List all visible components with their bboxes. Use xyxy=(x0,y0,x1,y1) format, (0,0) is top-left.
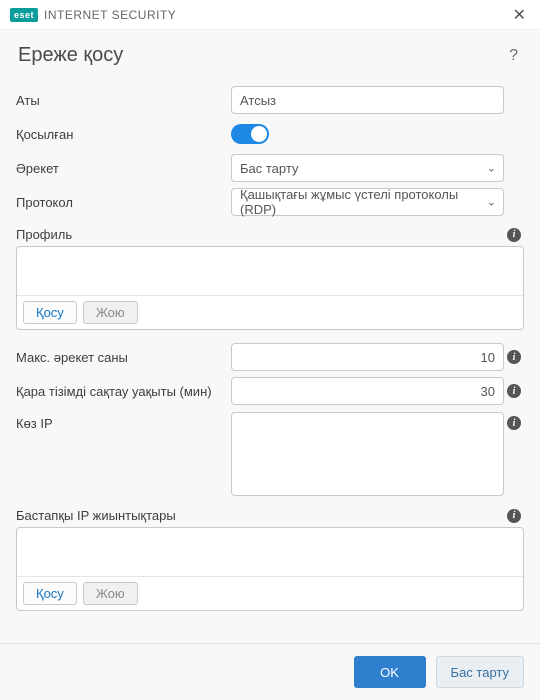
info-icon[interactable]: i xyxy=(507,228,521,242)
enabled-toggle[interactable] xyxy=(231,124,269,144)
profile-remove-button[interactable]: Жою xyxy=(83,301,138,324)
protocol-select-value: Қашықтағы жұмыс үстелі протоколы (RDP) xyxy=(240,187,477,217)
ipsets-listbox: Қосу Жою xyxy=(16,527,524,611)
info-icon[interactable]: i xyxy=(507,509,521,523)
brand-product: INTERNET SECURITY xyxy=(44,8,176,22)
ipsets-remove-button[interactable]: Жою xyxy=(83,582,138,605)
titlebar: eset INTERNET SECURITY ✕ xyxy=(0,0,540,30)
dialog-window: eset INTERNET SECURITY ✕ Ереже қосу ? Ат… xyxy=(0,0,540,700)
label-action: Әрекет xyxy=(16,161,231,176)
label-enabled: Қосылған xyxy=(16,127,231,142)
name-input[interactable] xyxy=(231,86,504,114)
dialog-header: Ереже қосу ? xyxy=(0,30,540,77)
ipsets-add-button[interactable]: Қосу xyxy=(23,582,77,605)
info-icon[interactable]: i xyxy=(507,384,521,398)
label-profile: Профиль xyxy=(16,227,504,242)
protocol-select[interactable]: Қашықтағы жұмыс үстелі протоколы (RDP) xyxy=(231,188,504,216)
ok-button[interactable]: OK xyxy=(354,656,426,688)
blacklist-retention-input[interactable] xyxy=(231,377,504,405)
page-title: Ереже қосу xyxy=(18,44,123,67)
form-content: Аты Қосылған Әрекет Бас тарту xyxy=(0,77,540,643)
info-icon[interactable]: i xyxy=(507,416,521,430)
info-icon[interactable]: i xyxy=(507,350,521,364)
label-protocol: Протокол xyxy=(16,195,231,210)
profile-add-button[interactable]: Қосу xyxy=(23,301,77,324)
brand-badge: eset xyxy=(10,8,38,22)
ipsets-list-area[interactable] xyxy=(17,528,523,576)
toggle-knob xyxy=(251,126,267,142)
profile-list-area[interactable] xyxy=(17,247,523,295)
label-name: Аты xyxy=(16,93,231,108)
source-ip-textarea[interactable] xyxy=(231,412,504,496)
max-attempts-input[interactable] xyxy=(231,343,504,371)
action-select[interactable]: Бас тарту xyxy=(231,154,504,182)
label-source-ip-sets: Бастапқы IP жиынтықтары xyxy=(16,508,504,523)
close-icon[interactable]: ✕ xyxy=(509,5,530,25)
action-select-value: Бас тарту xyxy=(240,161,298,176)
profile-listbox: Қосу Жою xyxy=(16,246,524,330)
brand-logo: eset INTERNET SECURITY xyxy=(10,8,176,22)
label-blacklist-retention: Қара тізімді сақтау уақыты (мин) xyxy=(16,384,231,399)
cancel-button[interactable]: Бас тарту xyxy=(436,656,524,688)
help-icon[interactable]: ? xyxy=(505,47,522,65)
dialog-footer: OK Бас тарту xyxy=(0,643,540,700)
label-source-ip: Көз IP xyxy=(16,412,231,431)
label-max-attempts: Макс. әрекет саны xyxy=(16,350,231,365)
